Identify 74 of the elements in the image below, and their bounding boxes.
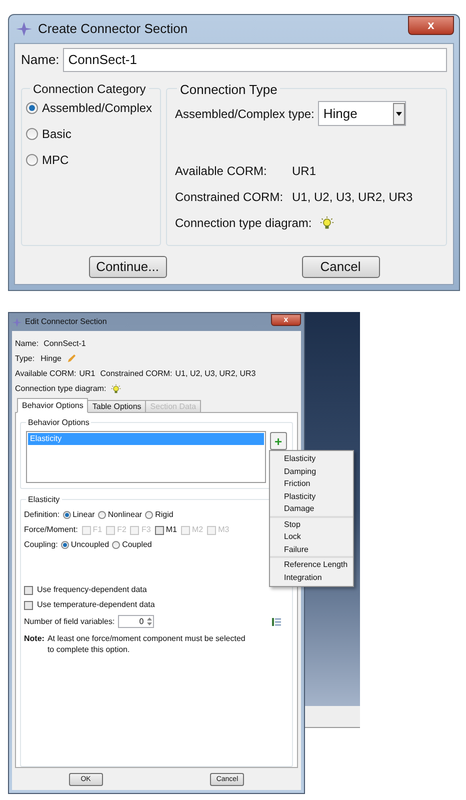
menu-item[interactable]: Plasticity: [270, 490, 353, 503]
group-title: Behavior Options: [26, 417, 92, 429]
taskbar: [305, 706, 360, 728]
checkbox-label[interactable]: Use temperature-dependent data: [37, 599, 155, 611]
name-label: Name:: [21, 51, 60, 70]
app-icon: [16, 22, 32, 36]
pencil-icon[interactable]: [67, 354, 76, 363]
available-corm-value: UR1: [79, 368, 96, 380]
menu-item[interactable]: Lock: [270, 531, 353, 544]
radio-label[interactable]: MPC: [42, 151, 69, 169]
radio-button[interactable]: [26, 154, 38, 166]
radio-label[interactable]: Linear: [72, 509, 95, 521]
radio-button[interactable]: [98, 511, 106, 519]
name-label: Name:: [15, 338, 39, 350]
coupling-label: Coupling:: [24, 539, 58, 551]
constrained-corm-value: U1, U2, U3, UR2, UR3: [292, 189, 413, 206]
menu-item[interactable]: Failure: [270, 544, 353, 556]
name-field[interactable]: ConnSect-1: [63, 48, 447, 72]
radio-label[interactable]: Rigid: [155, 509, 174, 521]
radio-button[interactable]: [62, 511, 71, 519]
type-value: Hinge: [40, 352, 62, 364]
checkbox[interactable]: [24, 600, 33, 610]
diagram-label: Connection type diagram:: [175, 215, 312, 232]
dialog-button[interactable]: Cancel: [302, 256, 380, 278]
radio-button[interactable]: [26, 102, 38, 114]
radio-label[interactable]: Assembled/Complex: [42, 99, 152, 117]
radio-button[interactable]: [145, 511, 154, 519]
menu-item[interactable]: Damping: [270, 466, 353, 478]
radio-label[interactable]: Uncoupled: [70, 539, 110, 551]
menu-item[interactable]: Stop: [270, 518, 353, 531]
constrained-corm-value: U1, U2, U3, UR2, UR3: [175, 368, 256, 380]
constrained-corm-label: Constrained CORM:: [100, 368, 172, 380]
close-button[interactable]: x: [408, 16, 454, 34]
radio-label[interactable]: Coupled: [122, 539, 152, 551]
force-moment-label: Force/Moment:: [24, 524, 78, 536]
checkbox-label[interactable]: M1: [166, 524, 177, 536]
available-corm-label: Available CORM:: [15, 368, 76, 380]
window-title: Create Connector Section: [38, 20, 189, 38]
available-corm-value: UR1: [292, 163, 316, 180]
table-icon[interactable]: [272, 618, 281, 626]
lightbulb-icon[interactable]: [320, 216, 334, 230]
dialog-button[interactable]: Continue...: [88, 256, 166, 278]
lightbulb-icon[interactable]: [111, 384, 122, 394]
group-title: Elasticity: [26, 494, 62, 506]
type-label: Type:: [15, 352, 35, 364]
menu-item[interactable]: Integration: [270, 572, 353, 584]
field-variables-label: Number of field variables:: [24, 616, 115, 628]
spinner-arrows-icon[interactable]: [146, 616, 153, 627]
available-corm-label: Available CORM:: [175, 163, 268, 180]
name-value: ConnSect-1: [44, 338, 86, 350]
checkbox-label[interactable]: Use frequency-dependent data: [37, 584, 147, 596]
app-icon: [12, 318, 22, 326]
menu-item[interactable]: Reference Length: [270, 559, 353, 572]
radio-label[interactable]: Nonlinear: [108, 509, 142, 521]
menu-item[interactable]: Damage: [270, 503, 353, 516]
constrained-corm-label: Constrained CORM:: [175, 189, 284, 206]
field-variables-spinner[interactable]: 0: [118, 615, 154, 628]
checkbox[interactable]: [154, 526, 164, 534]
radio-button[interactable]: [112, 541, 120, 549]
diagram-label: Connection type diagram:: [15, 382, 106, 394]
tab[interactable]: Behavior Options: [17, 398, 88, 413]
note-label: Note:: [24, 633, 44, 645]
menu-item[interactable]: Elasticity: [270, 453, 353, 466]
checkbox[interactable]: [24, 586, 33, 594]
radio-button[interactable]: [26, 128, 38, 140]
definition-label: Definition:: [24, 509, 60, 521]
type-dropdown[interactable]: Hinge: [318, 101, 406, 126]
radio-label[interactable]: Basic: [42, 125, 72, 143]
type-label: Assembled/Complex type:: [175, 106, 314, 122]
note-text: At least one force/moment component must be selected to complete this option.: [47, 633, 246, 655]
menu-item[interactable]: Friction: [270, 478, 353, 490]
window-title: Edit Connector Section: [25, 316, 108, 328]
radio-button[interactable]: [60, 541, 69, 549]
close-button[interactable]: x: [271, 314, 301, 326]
